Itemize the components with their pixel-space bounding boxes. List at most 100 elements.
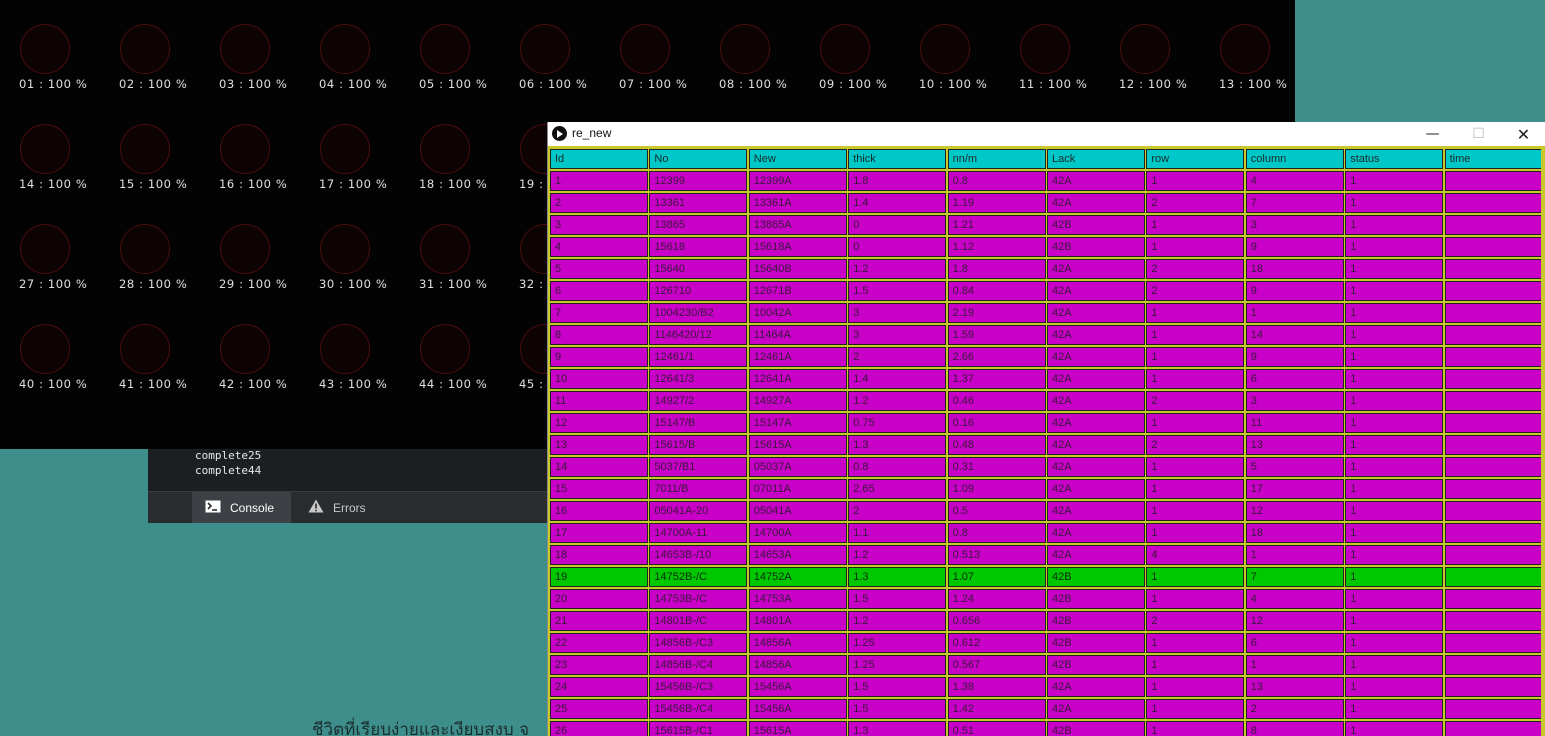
table-cell[interactable]: 0.48 bbox=[947, 435, 1046, 455]
table-cell[interactable]: 20 bbox=[550, 589, 648, 609]
table-cell[interactable]: 6 bbox=[1245, 633, 1344, 653]
table-cell[interactable]: 42B bbox=[1047, 721, 1145, 736]
table-cell[interactable]: 42A bbox=[1047, 479, 1145, 499]
table-cell[interactable]: 17 bbox=[550, 523, 648, 543]
table-cell[interactable]: 10 bbox=[550, 369, 648, 389]
table-cell[interactable] bbox=[1444, 457, 1543, 477]
table-cell[interactable]: 4 bbox=[550, 237, 648, 257]
table-cell[interactable]: 2 bbox=[1245, 699, 1344, 719]
table-cell[interactable]: 0.8 bbox=[848, 457, 947, 477]
table-cell[interactable]: 4 bbox=[1245, 589, 1344, 609]
table-cell[interactable]: 1.3 bbox=[848, 567, 947, 587]
table-cell[interactable]: 1.4 bbox=[848, 193, 947, 213]
table-cell[interactable]: 1.38 bbox=[947, 677, 1046, 697]
table-cell[interactable]: 42B bbox=[1047, 567, 1145, 587]
table-cell[interactable]: 13 bbox=[1245, 435, 1344, 455]
table-cell[interactable] bbox=[1444, 413, 1543, 433]
table-cell[interactable]: 12399A bbox=[748, 171, 847, 191]
table-cell[interactable]: 42A bbox=[1047, 391, 1145, 411]
table-cell[interactable]: 14653B-/10 bbox=[649, 545, 748, 565]
table-cell[interactable] bbox=[1444, 523, 1543, 543]
title-bar[interactable]: re_new — ☐ ✕ bbox=[548, 122, 1545, 146]
table-cell[interactable]: 1.25 bbox=[848, 633, 947, 653]
table-cell[interactable]: 1 bbox=[1345, 611, 1444, 631]
table-cell[interactable]: 1 bbox=[1146, 479, 1245, 499]
table-cell[interactable]: 1 bbox=[1146, 501, 1245, 521]
table-cell[interactable]: 1 bbox=[1345, 457, 1444, 477]
table-cell[interactable]: 14856A bbox=[748, 655, 847, 675]
table-cell[interactable]: 2.19 bbox=[947, 303, 1046, 323]
table-cell[interactable]: 1 bbox=[1146, 633, 1245, 653]
table-cell[interactable]: 11 bbox=[550, 391, 648, 411]
table-cell[interactable]: 1.37 bbox=[947, 369, 1046, 389]
table-cell[interactable]: 15 bbox=[550, 479, 648, 499]
table-cell[interactable]: 1 bbox=[1146, 171, 1245, 191]
table-cell[interactable]: 1 bbox=[1146, 677, 1245, 697]
table-cell[interactable]: 15618A bbox=[748, 237, 847, 257]
table-cell[interactable]: 9 bbox=[550, 347, 648, 367]
table-cell[interactable]: 1 bbox=[1345, 281, 1444, 301]
table-cell[interactable] bbox=[1444, 171, 1543, 191]
table-cell[interactable]: 0.46 bbox=[947, 391, 1046, 411]
table-cell[interactable]: 1.09 bbox=[947, 479, 1046, 499]
table-cell[interactable]: 14753A bbox=[748, 589, 847, 609]
table-cell[interactable]: 4 bbox=[1146, 545, 1245, 565]
table-cell[interactable]: 2 bbox=[1146, 611, 1245, 631]
table-cell[interactable]: 1 bbox=[1146, 303, 1245, 323]
table-cell[interactable]: 22 bbox=[550, 633, 648, 653]
minimize-button[interactable]: — bbox=[1410, 122, 1455, 146]
table-cell[interactable]: 24 bbox=[550, 677, 648, 697]
table-cell[interactable]: 12 bbox=[1245, 611, 1344, 631]
table-cell[interactable]: 42A bbox=[1047, 193, 1145, 213]
table-cell[interactable]: 1.1 bbox=[848, 523, 947, 543]
table-cell[interactable]: 1 bbox=[1146, 589, 1245, 609]
table-cell[interactable]: 1 bbox=[1345, 567, 1444, 587]
table-cell[interactable]: 8 bbox=[550, 325, 648, 345]
table-cell[interactable]: 14 bbox=[1245, 325, 1344, 345]
table-cell[interactable]: 1 bbox=[1146, 655, 1245, 675]
table-cell[interactable]: 15147A bbox=[748, 413, 847, 433]
table-cell[interactable]: 7 bbox=[1245, 193, 1344, 213]
table-cell[interactable]: 42B bbox=[1047, 633, 1145, 653]
table-cell[interactable]: 1.8 bbox=[947, 259, 1046, 279]
table-cell[interactable]: 42B bbox=[1047, 655, 1145, 675]
table-cell[interactable]: 12671B bbox=[748, 281, 847, 301]
table-cell[interactable]: 1 bbox=[1345, 325, 1444, 345]
table-cell[interactable]: 42A bbox=[1047, 699, 1145, 719]
table-cell[interactable]: 14653A bbox=[748, 545, 847, 565]
table-cell[interactable] bbox=[1444, 479, 1543, 499]
table-cell[interactable]: 1 bbox=[1146, 721, 1245, 736]
table-cell[interactable]: 1 bbox=[1345, 721, 1444, 736]
table-cell[interactable]: 1 bbox=[1345, 303, 1444, 323]
table-cell[interactable]: 1.3 bbox=[848, 435, 947, 455]
table-cell[interactable] bbox=[1444, 281, 1543, 301]
table-cell[interactable] bbox=[1444, 237, 1543, 257]
table-cell[interactable]: 0.8 bbox=[947, 171, 1046, 191]
table-cell[interactable]: 18 bbox=[1245, 259, 1344, 279]
table-cell[interactable]: 23 bbox=[550, 655, 648, 675]
table-cell[interactable]: 1 bbox=[1345, 633, 1444, 653]
table-cell[interactable]: 2 bbox=[848, 501, 947, 521]
table-cell[interactable]: 7011/B bbox=[649, 479, 748, 499]
table-cell[interactable] bbox=[1444, 347, 1543, 367]
close-button[interactable]: ✕ bbox=[1501, 122, 1545, 146]
table-cell[interactable] bbox=[1444, 215, 1543, 235]
table-cell[interactable]: 42A bbox=[1047, 303, 1145, 323]
table-cell[interactable]: 1 bbox=[1345, 237, 1444, 257]
table-cell[interactable] bbox=[1444, 699, 1543, 719]
table-cell[interactable]: 1 bbox=[1146, 215, 1245, 235]
table-cell[interactable]: 1 bbox=[1146, 347, 1245, 367]
table-cell[interactable]: 1 bbox=[1245, 545, 1344, 565]
table-cell[interactable]: 15615A bbox=[748, 435, 847, 455]
column-header[interactable]: row bbox=[1146, 149, 1245, 169]
table-cell[interactable]: 18 bbox=[550, 545, 648, 565]
table-cell[interactable]: 1.5 bbox=[848, 281, 947, 301]
table-cell[interactable]: 14752A bbox=[748, 567, 847, 587]
table-cell[interactable]: 1 bbox=[550, 171, 648, 191]
column-header[interactable]: No bbox=[649, 149, 748, 169]
table-cell[interactable]: 42A bbox=[1047, 501, 1145, 521]
table-cell[interactable]: 12461A bbox=[748, 347, 847, 367]
table-cell[interactable]: 12 bbox=[550, 413, 648, 433]
column-header[interactable]: status bbox=[1345, 149, 1444, 169]
table-cell[interactable] bbox=[1444, 545, 1543, 565]
